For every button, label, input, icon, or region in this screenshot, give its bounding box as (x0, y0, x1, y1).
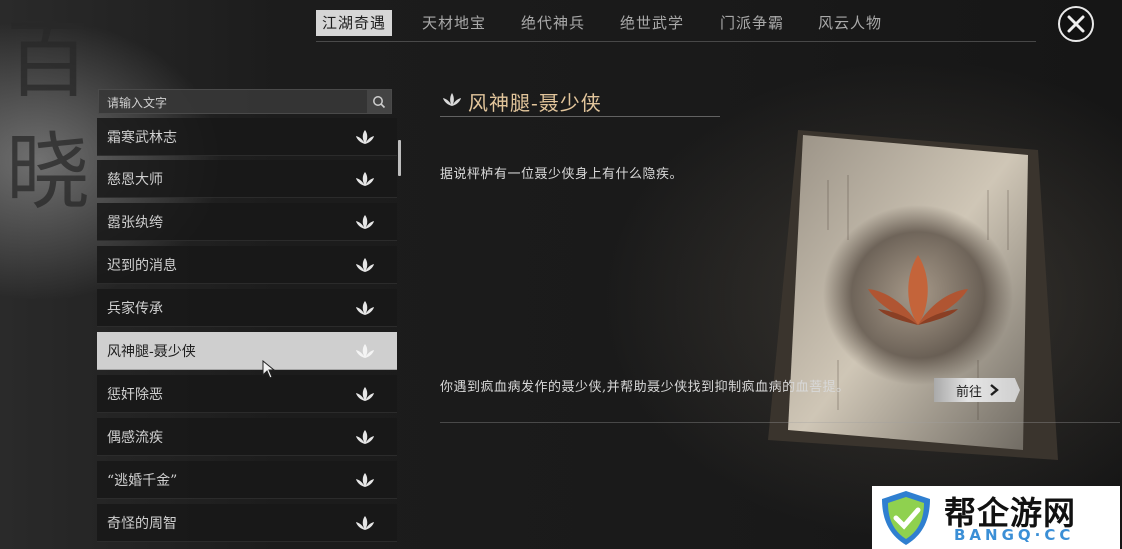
list-item[interactable]: 霜寒武林志 (97, 118, 397, 156)
goto-button[interactable]: 前往 (934, 378, 1020, 402)
list-item[interactable]: 迟到的消息 (97, 246, 397, 284)
search-button[interactable] (367, 90, 391, 113)
leaf-icon (356, 301, 374, 315)
quest-label: 兵家传承 (107, 301, 163, 317)
tab-treasures[interactable]: 天材地宝 (416, 10, 492, 36)
quest-label: 霜寒武林志 (107, 130, 177, 146)
site-watermark: 帮企游网 BANGQ·CC (872, 486, 1120, 549)
quest-description: 据说枰栌有一位聂少侠身上有什么隐疾。 (440, 167, 684, 182)
watermark-subtitle: BANGQ·CC (954, 526, 1075, 544)
leaf-icon (356, 344, 374, 358)
leaf-icon (356, 258, 374, 272)
background-glyph-1: 百 (6, 11, 91, 109)
title-leaf-icon (443, 93, 461, 106)
background-glyph-2: 晓 (6, 123, 91, 221)
tab-weapons[interactable]: 绝代神兵 (515, 10, 591, 36)
list-item[interactable]: “逃婚千金” (97, 461, 397, 499)
quest-label: 奇怪的周智 (107, 516, 177, 532)
leaf-icon (356, 516, 374, 530)
list-item[interactable]: 兵家传承 (97, 289, 397, 327)
close-button[interactable] (1058, 6, 1094, 42)
list-item[interactable]: 嚣张纨绔 (97, 203, 397, 241)
leaf-icon (356, 430, 374, 444)
list-scrollbar[interactable] (398, 140, 401, 176)
quest-label: 惩奸除恶 (107, 387, 163, 403)
quest-label: “逃婚千金” (107, 473, 178, 489)
tab-jianghu-encounter[interactable]: 江湖奇遇 (316, 10, 393, 36)
leaf-icon (356, 215, 374, 229)
leaf-icon (356, 387, 374, 401)
quest-label: 慈恩大师 (107, 172, 163, 188)
close-icon (1067, 15, 1085, 33)
title-divider (440, 116, 720, 117)
quest-label: 迟到的消息 (107, 258, 177, 274)
tab-notable-figures[interactable]: 风云人物 (812, 10, 888, 36)
mouse-cursor-icon (262, 360, 276, 379)
quest-list[interactable]: 霜寒武林志 慈恩大师 嚣张纨绔 迟到的消息 兵家传承 风神腿-聂少侠 惩奸除恶 (97, 118, 397, 543)
list-item[interactable]: 偶感流疾 (97, 418, 397, 456)
leaf-icon (356, 172, 374, 186)
search-box (98, 89, 392, 114)
game-screen: 百 晓 江湖奇遇 天材地宝 绝代神兵 绝世武学 门派争霸 风云人物 请输入文字 … (0, 0, 1122, 549)
shield-logo-icon (882, 491, 930, 545)
leaf-icon (356, 130, 374, 144)
quest-label: 风神腿-聂少侠 (107, 344, 196, 360)
quest-objective: 你遇到疯血病发作的聂少侠,并帮助聂少侠找到抑制疯血病的血菩提。 (440, 380, 850, 395)
quest-title: 风神腿-聂少侠 (468, 91, 602, 115)
list-item[interactable]: 慈恩大师 (97, 160, 397, 198)
chevron-right-icon (990, 384, 999, 396)
detail-divider (440, 422, 1120, 423)
list-item[interactable]: 惩奸除恶 (97, 375, 397, 413)
tab-martial-arts[interactable]: 绝世武学 (614, 10, 690, 36)
quest-label: 嚣张纨绔 (107, 215, 163, 231)
tab-sect-battle[interactable]: 门派争霸 (714, 10, 790, 36)
leaf-icon (356, 473, 374, 487)
quest-label: 偶感流疾 (107, 430, 163, 446)
book-illustration (758, 120, 1078, 480)
search-input[interactable] (105, 92, 359, 113)
list-item-selected[interactable]: 风神腿-聂少侠 (97, 332, 397, 370)
list-item[interactable]: 奇怪的周智 (97, 504, 397, 542)
tab-divider (316, 41, 1036, 42)
search-icon (373, 95, 386, 108)
goto-button-label: 前往 (956, 384, 983, 400)
